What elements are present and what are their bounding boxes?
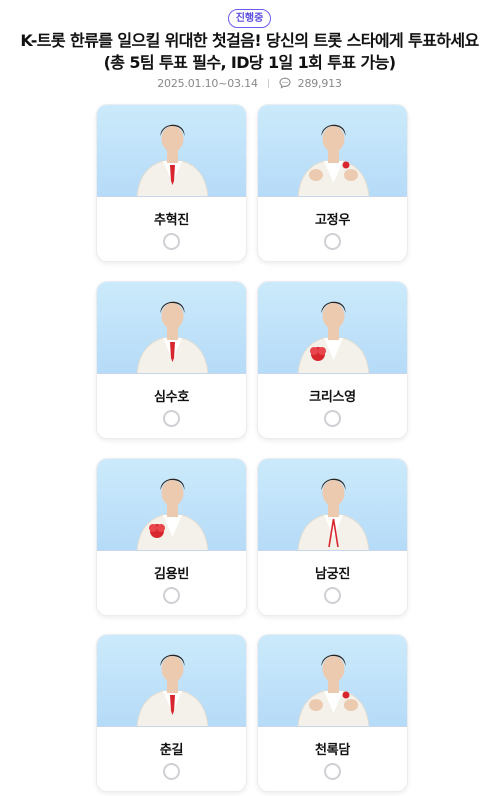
candidate-photo xyxy=(97,105,246,197)
candidate-name: 크리스영 xyxy=(309,390,356,405)
candidate-photo xyxy=(97,459,246,551)
candidate-name: 추혁진 xyxy=(154,213,189,228)
candidate-card[interactable]: 크리스영 xyxy=(257,281,408,439)
vote-radio[interactable] xyxy=(324,763,341,780)
candidate-card[interactable]: 추혁진 xyxy=(96,104,247,262)
candidate-name: 김용빈 xyxy=(154,567,189,582)
status-badge: 진행중 xyxy=(227,9,272,28)
vote-radio[interactable] xyxy=(163,587,180,604)
comment-icon xyxy=(279,77,291,92)
candidate-photo xyxy=(258,459,407,551)
candidate-photo xyxy=(258,282,407,374)
candidate-name: 남궁진 xyxy=(315,567,350,582)
candidate-photo xyxy=(258,105,407,197)
vote-radio[interactable] xyxy=(324,410,341,427)
vote-radio[interactable] xyxy=(163,233,180,250)
candidate-card[interactable]: 천록담 xyxy=(257,634,408,792)
poll-title: K-트롯 한류를 일으킬 위대한 첫걸음! 당신의 트롯 스타에게 투표하세요 … xyxy=(20,31,479,72)
poll-meta: 2025.01.10~03.14 289,913 xyxy=(0,77,499,92)
vote-radio[interactable] xyxy=(324,233,341,250)
candidate-card[interactable]: 심수호 xyxy=(96,281,247,439)
vote-radio[interactable] xyxy=(324,587,341,604)
candidate-name: 천록담 xyxy=(315,743,350,758)
candidate-card[interactable]: 김용빈 xyxy=(96,458,247,616)
comment-count: 289,913 xyxy=(297,77,342,90)
candidate-photo xyxy=(97,635,246,727)
vote-radio[interactable] xyxy=(163,410,180,427)
candidate-photo xyxy=(97,282,246,374)
candidate-name: 고정우 xyxy=(315,213,350,228)
poll-period: 2025.01.10~03.14 xyxy=(157,77,258,90)
meta-divider xyxy=(268,79,270,88)
candidate-name: 심수호 xyxy=(154,390,189,405)
candidate-photo xyxy=(258,635,407,727)
candidate-card[interactable]: 고정우 xyxy=(257,104,408,262)
candidate-card[interactable]: 남궁진 xyxy=(257,458,408,616)
candidate-name: 춘길 xyxy=(159,743,184,758)
candidate-card[interactable]: 춘길 xyxy=(96,634,247,792)
vote-radio[interactable] xyxy=(163,763,180,780)
